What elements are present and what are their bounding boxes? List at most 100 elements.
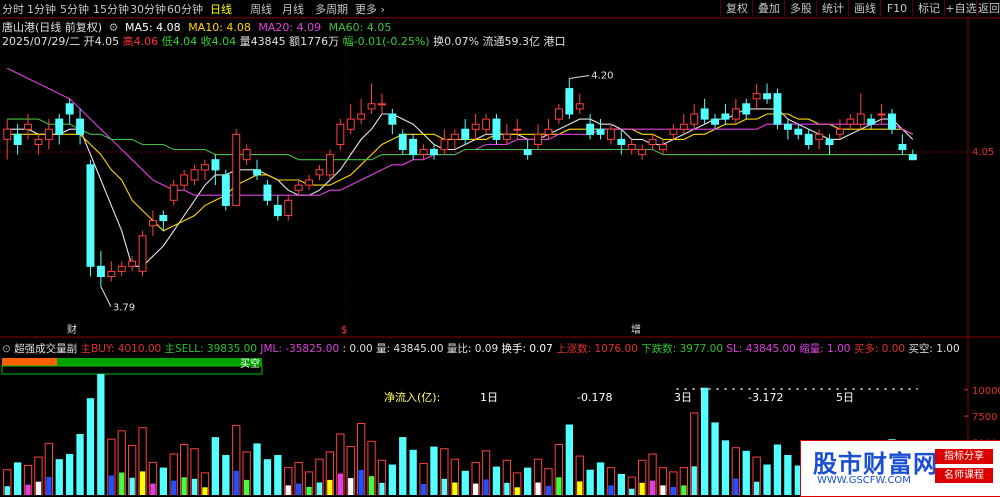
- candle-body: [336, 123, 345, 145]
- watermark-banner: 股市财富网 WWW.GSCFW.COM 指标分享 名师课程: [800, 440, 1000, 497]
- volume-bar-inner: [608, 485, 614, 495]
- candle-body: [867, 118, 876, 125]
- volume-bar-inner: [358, 470, 364, 495]
- indicator-value: 上涨数: 1076.00: [552, 343, 638, 355]
- candle-body: [534, 133, 542, 146]
- candle-body: [13, 133, 22, 146]
- volume-bar-inner: [504, 482, 510, 495]
- volume-bar-inner: [441, 478, 447, 495]
- volume-bar-down: [66, 454, 74, 495]
- candle-body: [86, 164, 95, 267]
- volume-bar-inner: [337, 473, 343, 495]
- volume-bar-inner: [150, 483, 156, 495]
- candle-body: [211, 159, 220, 171]
- volume-bar-inner: [545, 485, 552, 495]
- candle-body: [742, 103, 751, 115]
- volume-bar-down: [773, 444, 782, 495]
- volume-axis-label: 7500: [972, 412, 997, 423]
- volume-bar-inner: [452, 482, 458, 495]
- candle-body: [669, 128, 678, 135]
- volume-bar-inner: [535, 482, 541, 495]
- indicator-value: 下跌数: 3977.00: [637, 343, 724, 355]
- volume-bar-down: [586, 469, 594, 495]
- volume-bar-down: [701, 387, 709, 495]
- high-price-label: 4.20: [591, 70, 613, 81]
- candle-body: [627, 144, 636, 151]
- candle-body: [346, 118, 355, 130]
- candle-body: [326, 154, 334, 176]
- volume-bar-down: [742, 450, 750, 495]
- volume-bar-down: [565, 424, 573, 495]
- candle-body: [221, 174, 230, 206]
- volume-bar-inner: [733, 478, 739, 495]
- indicator-values: 主BUY: 4010.00 主SELL: 39835.00 JML: -3582…: [81, 343, 960, 355]
- candle-body: [232, 133, 241, 206]
- volume-bar-down: [711, 422, 719, 495]
- candle-body: [659, 144, 667, 151]
- event-label: 增: [631, 323, 641, 336]
- candle-body: [586, 123, 595, 135]
- candle-body: [378, 103, 386, 106]
- candle-body: [55, 118, 64, 135]
- candle-body: [357, 113, 366, 120]
- candle-body: [565, 88, 574, 115]
- volume-bar-inner: [670, 486, 676, 495]
- volume-bar-inner: [181, 477, 187, 495]
- candle-body: [513, 128, 522, 131]
- indicator-value: 缩量: 1.00: [795, 343, 851, 355]
- volume-bar-inner: [368, 476, 375, 495]
- candle-body: [471, 123, 480, 130]
- candle-body: [846, 118, 855, 125]
- candle-body: [888, 113, 896, 130]
- indicator-value: 量: 43845.00: [372, 343, 444, 355]
- candle-body: [284, 199, 293, 217]
- volume-bar-inner: [754, 481, 760, 495]
- candle-body: [190, 169, 199, 181]
- volume-bar-inner: [4, 486, 10, 495]
- indicator-value: : 0.00: [339, 343, 373, 355]
- volume-bar-inner: [514, 487, 520, 495]
- candle-body: [273, 204, 282, 217]
- candle-body: [575, 103, 584, 110]
- volume-bar-inner: [473, 483, 479, 495]
- low-price-label: 3.79: [113, 303, 135, 314]
- candle-body: [898, 144, 907, 151]
- volume-bar-inner: [639, 482, 645, 495]
- y-axis-label: 4.05: [972, 147, 994, 158]
- volume-bar-down: [784, 455, 792, 495]
- candle-body: [648, 138, 657, 145]
- volume-bar-inner: [577, 481, 583, 495]
- candle-body: [804, 133, 813, 146]
- candle-body: [617, 138, 626, 145]
- candle-body: [367, 103, 376, 110]
- candle-body: [107, 270, 116, 277]
- volume-bar-inner: [244, 479, 250, 495]
- netflow-period: 5日: [836, 391, 854, 404]
- candle-body: [76, 118, 84, 135]
- candle-body: [398, 133, 407, 151]
- volume-bar-down: [211, 437, 219, 495]
- volume-bar-down: [222, 455, 230, 495]
- volume-bar-down: [399, 437, 407, 495]
- volume-bar-inner: [285, 485, 291, 495]
- indicator-value: 换手: 0.07: [498, 343, 553, 355]
- candle-body: [523, 149, 532, 156]
- candle-body: [34, 138, 43, 145]
- candle-body: [825, 138, 834, 145]
- buy-sell-bar-frame: [1, 365, 263, 375]
- candle-body: [315, 169, 324, 176]
- volume-bar-down: [14, 462, 22, 495]
- indicator-collapse-icon[interactable]: ⊙: [2, 343, 11, 355]
- volume-bar-down: [763, 464, 771, 495]
- candle-body: [294, 184, 303, 191]
- candle-body: [908, 154, 917, 161]
- candlestick-chart[interactable]: 4.054.203.79财$增买空1000075005000净流入(亿):1日-…: [0, 0, 1000, 495]
- volume-bar-inner: [129, 477, 135, 495]
- candle-body: [450, 133, 459, 140]
- candle-body: [700, 108, 709, 120]
- low-marker-line: [100, 286, 112, 307]
- volume-bar-inner: [556, 477, 562, 495]
- event-label: 财: [67, 323, 77, 336]
- indicator-name: 超强成交量副: [14, 343, 78, 355]
- netflow-title: 净流入(亿):: [384, 390, 440, 404]
